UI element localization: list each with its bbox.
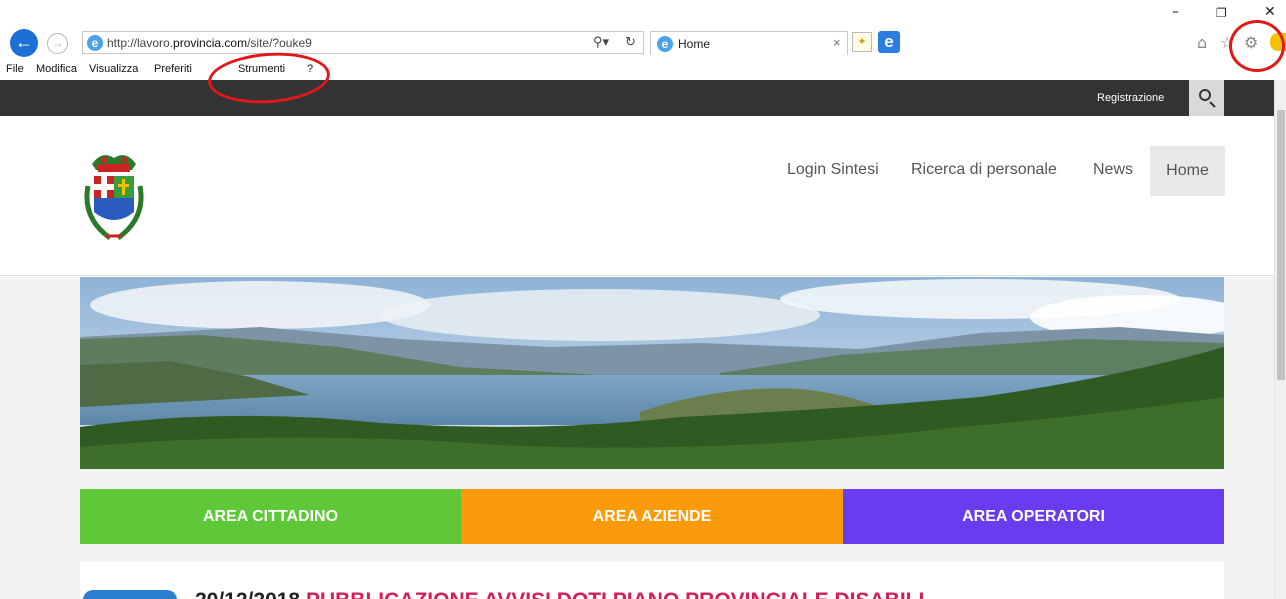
news-headline[interactable]: 20/12/2018 PUBBLICAZIONE AVVISI DOTI PIA… <box>195 589 924 599</box>
browser-chrome: – ❐ ✕ ← → e http://lavoro.provincia.com/… <box>0 0 1286 80</box>
tab-close-icon[interactable]: × <box>833 35 841 50</box>
annotation-circle-gear <box>1229 20 1285 72</box>
forward-arrow-icon[interactable]: → <box>47 33 68 54</box>
news-thumbnail[interactable] <box>83 590 177 599</box>
menu-preferiti[interactable]: Preferiti <box>154 63 192 75</box>
edge-icon[interactable]: e <box>878 31 900 53</box>
registration-link[interactable]: Registrazione <box>1097 92 1164 104</box>
back-arrow-icon[interactable]: ← <box>10 29 38 57</box>
nav-news[interactable]: News <box>1093 161 1133 181</box>
menu-bar: File Modifica Visualizza Preferiti Strum… <box>0 61 1286 80</box>
ie-logo-icon: e <box>657 36 673 52</box>
restore-button[interactable]: ❐ <box>1216 6 1227 20</box>
news-title[interactable]: PUBBLICAZIONE AVVISI DOTI PIANO PROVINCI… <box>306 589 924 599</box>
page-scrollbar[interactable] <box>1274 80 1286 599</box>
tab-title: Home <box>678 37 711 51</box>
nav-login-sintesi[interactable]: Login Sintesi <box>787 161 879 181</box>
menu-file[interactable]: File <box>6 63 24 75</box>
area-aziende-button[interactable]: AREA AZIENDE <box>461 489 843 544</box>
search-icon[interactable]: ⚲▾ <box>593 34 609 50</box>
scrollbar-thumb[interactable] <box>1277 110 1285 380</box>
area-operatori-button[interactable]: AREA OPERATORI <box>843 489 1224 544</box>
site-header: Login Sintesi Ricerca di personale News … <box>0 116 1274 276</box>
news-card[interactable]: 20/12/2018 PUBBLICAZIONE AVVISI DOTI PIA… <box>80 562 1224 599</box>
tab-home[interactable]: e Home × <box>650 31 848 55</box>
lake-landscape-banner <box>80 277 1224 469</box>
refresh-icon[interactable]: ↻ <box>625 34 636 50</box>
url-text[interactable]: http://lavoro.provincia.com/site/?ouke9 <box>107 36 312 50</box>
new-tab-icon[interactable]: ✦ <box>852 32 872 52</box>
news-date: 20/12/2018 <box>195 589 300 599</box>
area-cittadino-button[interactable]: AREA CITTADINO <box>80 489 461 544</box>
ie-logo-icon: e <box>87 35 103 51</box>
nav-home[interactable]: Home <box>1150 146 1225 196</box>
nav-ricerca-personale[interactable]: Ricerca di personale <box>911 161 1057 181</box>
site-topbar: Registrazione <box>0 80 1274 116</box>
search-icon <box>1199 89 1211 101</box>
province-crest-logo[interactable] <box>80 146 148 244</box>
minimize-button[interactable]: – <box>1172 4 1179 20</box>
address-bar[interactable]: e http://lavoro.provincia.com/site/?ouke… <box>82 31 644 54</box>
site-search-button[interactable] <box>1189 80 1224 116</box>
menu-visualizza[interactable]: Visualizza <box>89 63 138 75</box>
home-icon[interactable]: ⌂ <box>1197 33 1207 52</box>
menu-modifica[interactable]: Modifica <box>36 63 77 75</box>
close-window-button[interactable]: ✕ <box>1264 4 1276 20</box>
